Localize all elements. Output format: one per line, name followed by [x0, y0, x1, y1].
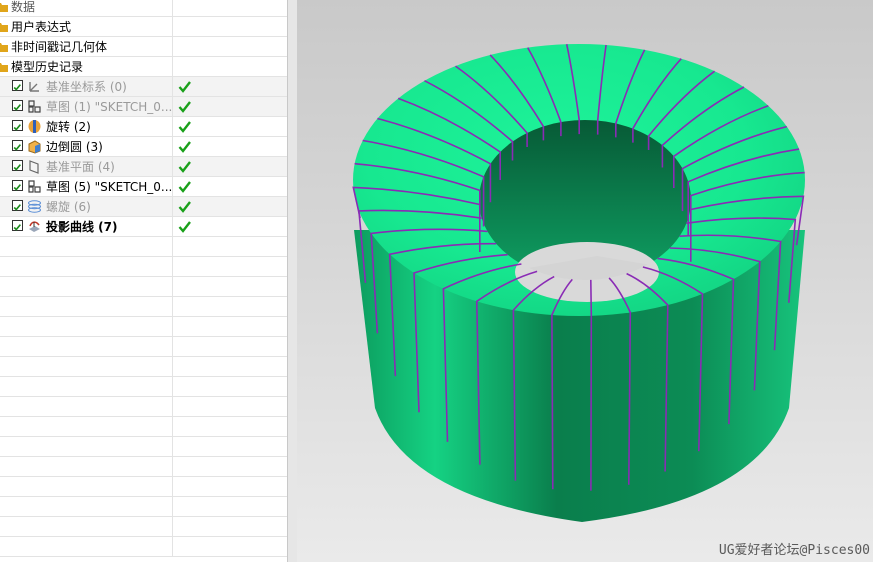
datum-csys-icon	[29, 82, 39, 92]
feature-label: 基准平面 (4)	[46, 160, 115, 174]
empty-row	[0, 497, 287, 517]
empty-row	[0, 317, 287, 337]
empty-row	[0, 377, 287, 397]
folder-icon	[0, 23, 8, 32]
empty-row	[0, 237, 287, 257]
feature-row-edge-blend[interactable]: 边倒圆 (3)	[0, 137, 287, 157]
check-icon	[178, 221, 191, 233]
empty-row	[0, 337, 287, 357]
visibility-checkbox[interactable]	[12, 180, 23, 191]
feature-label: 旋转 (2)	[46, 120, 91, 134]
folder-icon	[0, 43, 8, 52]
visibility-checkbox[interactable]	[12, 120, 23, 131]
feature-row-helix[interactable]: 螺旋 (6)	[0, 197, 287, 217]
empty-row	[0, 517, 287, 537]
sketch-icon	[28, 180, 41, 193]
empty-row	[0, 477, 287, 497]
feature-row-datum-plane[interactable]: 基准平面 (4)	[0, 157, 287, 177]
check-icon	[178, 121, 191, 133]
feature-label: 基准坐标系 (0)	[46, 80, 127, 94]
empty-row	[0, 437, 287, 457]
visibility-checkbox[interactable]	[12, 100, 23, 111]
sketch-icon	[28, 100, 41, 113]
feature-label: 投影曲线 (7)	[46, 220, 118, 234]
check-icon	[178, 161, 191, 173]
empty-row	[0, 457, 287, 477]
navigator-empty-area	[0, 237, 287, 557]
projected-curve[interactable]	[590, 279, 593, 491]
feature-label: 边倒圆 (3)	[46, 140, 103, 154]
datum-plane-icon	[29, 160, 39, 174]
section-label: 用户表达式	[11, 20, 72, 34]
feature-row-revolve[interactable]: 旋转 (2)	[0, 117, 287, 137]
folder-icon	[0, 63, 8, 72]
graphics-window[interactable]: UG爱好者论坛@Pisces00	[297, 0, 873, 562]
project-curve-icon	[29, 221, 40, 232]
empty-row	[0, 297, 287, 317]
check-icon	[178, 81, 191, 93]
check-icon	[178, 141, 191, 153]
empty-row	[0, 537, 287, 557]
folder-icon	[0, 3, 8, 12]
empty-row	[0, 357, 287, 377]
feature-label: 草图 (5) "SKETCH_0...	[46, 180, 173, 194]
empty-row	[0, 257, 287, 277]
feature-row-project-curve[interactable]: 投影曲线 (7)	[0, 217, 287, 237]
edge-blend-icon	[28, 140, 41, 154]
navigator-tree: 数据 用户表达式 非时间戳记几何体 模型历史记录 基准坐标系 (0) 草图 (1…	[0, 0, 287, 557]
visibility-checkbox[interactable]	[12, 200, 23, 211]
torus-model	[352, 44, 805, 522]
feature-label: 螺旋 (6)	[46, 200, 91, 214]
panel-splitter[interactable]	[287, 0, 297, 562]
feature-row-datum-csys[interactable]: 基准坐标系 (0)	[0, 77, 287, 97]
empty-row	[0, 397, 287, 417]
part-navigator: 数据 用户表达式 非时间戳记几何体 模型历史记录 基准坐标系 (0) 草图 (1…	[0, 0, 287, 562]
feature-row-sketch-1[interactable]: 草图 (1) "SKETCH_0...	[0, 97, 287, 117]
tree-row-label: 数据	[11, 0, 36, 14]
feature-label: 草图 (1) "SKETCH_0...	[46, 100, 173, 114]
check-icon	[178, 101, 191, 113]
check-icon	[178, 201, 191, 213]
helix-icon	[28, 200, 41, 213]
visibility-checkbox[interactable]	[12, 220, 23, 231]
section-user-expressions[interactable]: 用户表达式	[0, 17, 287, 37]
empty-row	[0, 277, 287, 297]
tree-row-partial[interactable]: 数据	[0, 0, 287, 17]
visibility-checkbox[interactable]	[12, 80, 23, 91]
section-model-history[interactable]: 模型历史记录	[0, 57, 287, 77]
section-non-timestamp-geometry[interactable]: 非时间戳记几何体	[0, 37, 287, 57]
check-icon	[178, 181, 191, 193]
section-label: 非时间戳记几何体	[11, 40, 108, 54]
visibility-checkbox[interactable]	[12, 140, 23, 151]
section-label: 模型历史记录	[11, 60, 84, 74]
feature-row-sketch-5[interactable]: 草图 (5) "SKETCH_0...	[0, 177, 287, 197]
revolve-icon	[28, 120, 41, 133]
empty-row	[0, 417, 287, 437]
watermark: UG爱好者论坛@Pisces00	[718, 543, 870, 558]
visibility-checkbox[interactable]	[12, 160, 23, 171]
